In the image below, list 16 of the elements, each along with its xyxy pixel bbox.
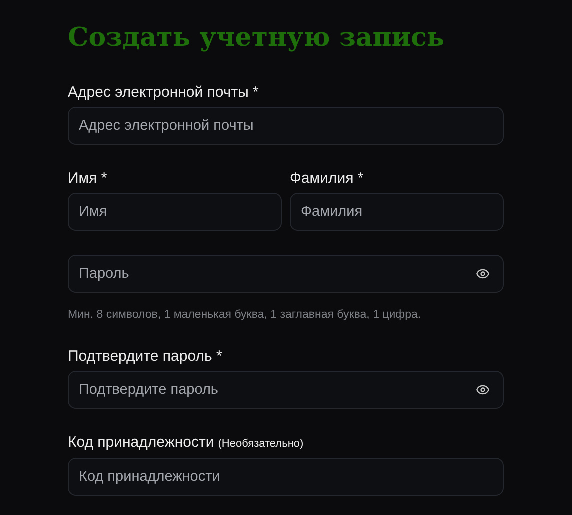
input-field[interactable]: Имя xyxy=(68,193,282,231)
input-field[interactable]: Адрес электронной почты xyxy=(68,107,504,145)
field-label: Фамилия * xyxy=(290,169,364,189)
password-hint: Мин. 8 символов, 1 маленькая буква, 1 заглавная буква, 1 цифра. xyxy=(68,308,422,323)
field-label: Адрес электронной почты * xyxy=(68,83,259,103)
input-field[interactable]: Код принадлежности xyxy=(68,458,504,496)
input-field[interactable]: Фамилия xyxy=(290,193,504,231)
page-title: Создать учетную запись xyxy=(68,22,446,55)
input-field[interactable]: Пароль xyxy=(68,255,504,293)
field-label: Имя * xyxy=(68,169,108,189)
optional-note: (Необязательно) xyxy=(218,437,304,452)
field-label: Подтвердите пароль * xyxy=(68,347,222,367)
eye-icon[interactable] xyxy=(476,267,490,281)
field-label: Код принадлежности xyxy=(68,433,214,453)
eye-icon[interactable] xyxy=(476,383,490,397)
input-field[interactable]: Подтвердите пароль xyxy=(68,371,504,409)
